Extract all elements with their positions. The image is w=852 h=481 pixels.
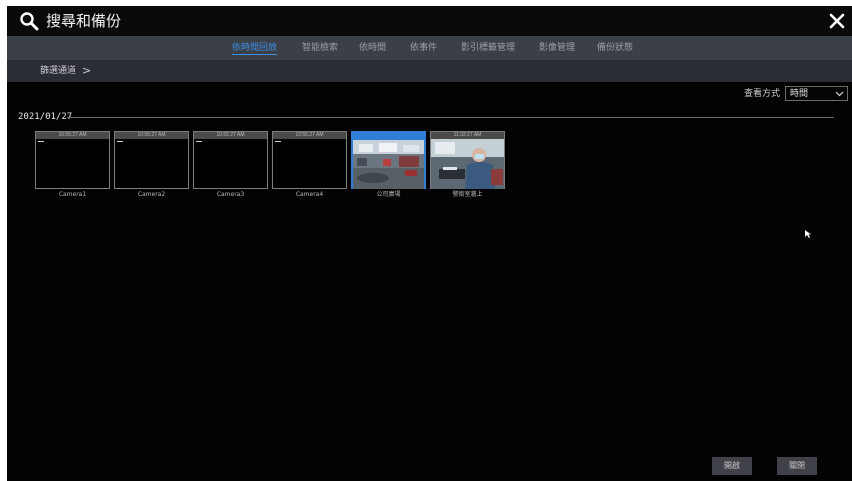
tab-backup-status[interactable]: 備份狀態 [597, 36, 633, 60]
thumbnail-label: 公司廣場 [376, 191, 401, 198]
thumbnail-label: 警衛室牆上 [452, 191, 483, 198]
close-button[interactable]: 關閉 [777, 457, 817, 475]
date-group-label: 2021/01/27 [18, 112, 73, 122]
no-video-indicator [38, 141, 44, 142]
view-mode-select[interactable]: 時間 [785, 86, 848, 101]
thumbnail-time: 10:55:27 AM [194, 132, 267, 139]
thumbnail-camera3[interactable]: 10:55:27 AM [193, 131, 268, 189]
tab-image-management[interactable]: 影像管理 [539, 36, 575, 60]
thumbnail-time: 11:32:27 AM [431, 132, 504, 139]
thumbnail-camera1[interactable]: 10:55:27 AM [35, 131, 110, 189]
title-bar: 搜尋和備份 [7, 6, 852, 36]
view-mode-label: 查看方式 [744, 89, 781, 99]
view-mode-value: 時間 [790, 89, 809, 99]
tab-by-event[interactable]: 依事件 [410, 36, 437, 60]
close-icon[interactable] [828, 12, 846, 30]
thumbnail-time: 10:55:27 AM [36, 132, 109, 139]
tab-tag-management[interactable]: 影引標籤管理 [461, 36, 515, 60]
no-video-indicator [275, 141, 281, 142]
chevron-right-icon[interactable]: > [82, 60, 91, 82]
filter-bar: 篩選通道 > [7, 60, 852, 82]
search-backup-window: 搜尋和備份 依時間回放 智能檢索 依時間 依事件 影引標籤管理 影像管理 備份狀… [7, 6, 852, 481]
thumbnail-time [353, 133, 424, 140]
tab-smart-search[interactable]: 智能檢索 [302, 36, 338, 60]
search-icon [20, 12, 39, 31]
open-button[interactable]: 開啟 [712, 457, 752, 475]
window-title: 搜尋和備份 [46, 12, 122, 30]
thumbnail-label: Camera3 [216, 191, 245, 198]
thumbnail-time: 10:55:27 AM [115, 132, 188, 139]
thumbnail-time: 10:55:27 AM [273, 132, 346, 139]
tab-by-time[interactable]: 依時間 [359, 36, 386, 60]
thumbnail-plaza[interactable] [351, 131, 426, 189]
chevron-down-icon [835, 91, 844, 97]
no-video-indicator [117, 141, 123, 142]
guard-room-camera-preview [431, 139, 504, 189]
thumbnail-label: Camera4 [295, 191, 324, 198]
thumbnail-camera2[interactable]: 10:55:27 AM [114, 131, 189, 189]
mouse-cursor-icon [805, 230, 811, 238]
filter-channel-link[interactable]: 篩選通道 [40, 60, 76, 82]
thumbnail-label: Camera2 [137, 191, 166, 198]
thumbnail-label: Camera1 [58, 191, 87, 198]
plaza-camera-preview [353, 140, 424, 189]
thumbnail-guard-room[interactable]: 11:32:27 AM [430, 131, 505, 189]
tab-playback-by-time[interactable]: 依時間回放 [232, 36, 278, 60]
date-divider [67, 117, 834, 118]
tab-bar: 依時間回放 智能檢索 依時間 依事件 影引標籤管理 影像管理 備份狀態 [7, 36, 852, 60]
no-video-indicator [196, 141, 202, 142]
thumbnail-camera4[interactable]: 10:55:27 AM [272, 131, 347, 189]
